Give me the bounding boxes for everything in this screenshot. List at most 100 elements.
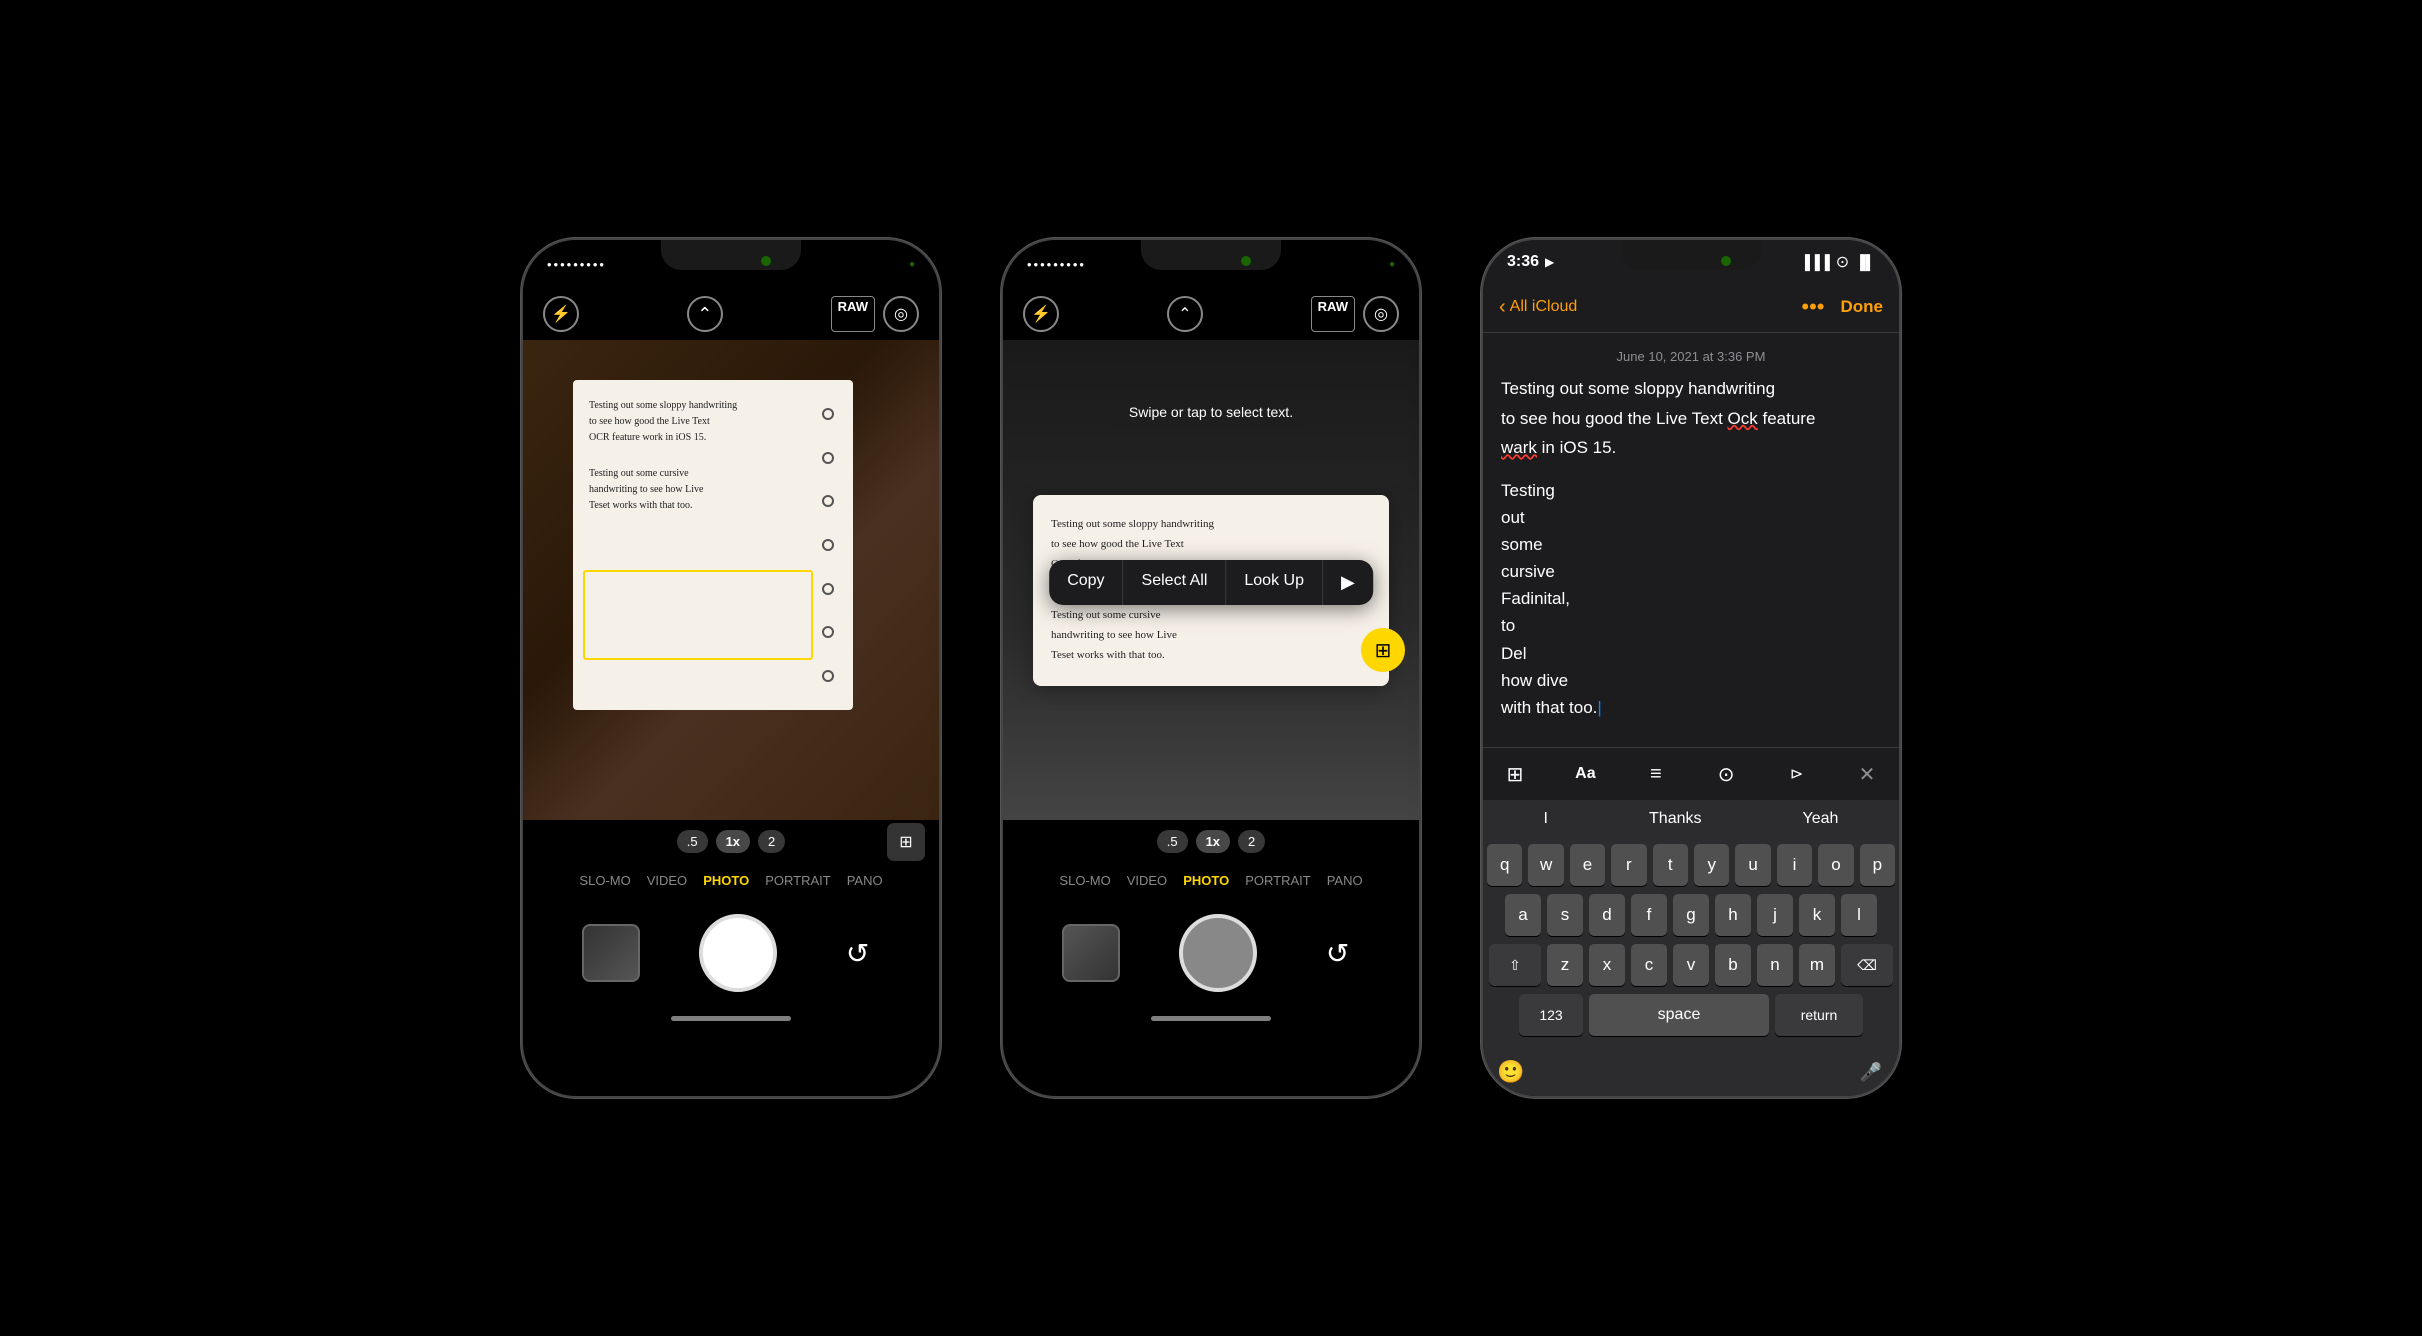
key-d[interactable]: d [1589,894,1625,936]
context-more[interactable]: ▶ [1323,560,1373,605]
key-h[interactable]: h [1715,894,1751,936]
live-icon: ◎ [894,304,908,324]
mode-portrait[interactable]: PORTRAIT [765,873,831,888]
key-m[interactable]: m [1799,944,1835,986]
key-w[interactable]: w [1528,844,1563,886]
chevron-button[interactable]: ⌃ [687,296,723,332]
mode-slomo-2[interactable]: SLO-MO [1059,873,1110,888]
key-g[interactable]: g [1673,894,1709,936]
key-z[interactable]: z [1547,944,1583,986]
zoom-1x[interactable]: 1x [716,830,750,853]
notes-nav-bar: ‹ All iCloud ••• Done [1483,284,1899,333]
kb-list-icon[interactable]: ≡ [1638,756,1674,792]
key-t[interactable]: t [1653,844,1688,886]
kb-send-icon[interactable]: ⊳ [1779,756,1815,792]
kb-row-2: a s d f g h j k l [1487,894,1895,936]
key-p[interactable]: p [1860,844,1895,886]
key-e[interactable]: e [1570,844,1605,886]
kb-close-button[interactable]: ✕ [1849,756,1885,792]
key-l[interactable]: l [1841,894,1877,936]
notes-section-2: Testing out some cursive Fadinital, to D… [1501,477,1881,722]
handwriting-2: Testing out some cursivehandwriting to s… [589,466,837,514]
notes-line-1: Testing [1501,477,1881,504]
raw-button[interactable]: RAW [831,296,875,332]
key-return[interactable]: return [1775,994,1863,1036]
camera-modes-2: SLO-MO VIDEO PHOTO PORTRAIT PANO [1003,863,1419,898]
context-select-all[interactable]: Select All [1124,560,1227,605]
context-copy[interactable]: Copy [1049,560,1123,605]
context-look-up[interactable]: Look Up [1226,560,1323,605]
mode-pano-2[interactable]: PANO [1327,873,1363,888]
live-button[interactable]: ◎ [883,296,919,332]
quicktype-thanks[interactable]: Thanks [1629,806,1721,832]
notes-text-2: to see hou good the Live Text Ock featur… [1501,406,1881,432]
key-space[interactable]: space [1589,994,1769,1036]
key-n[interactable]: n [1757,944,1793,986]
camera-modes-1: SLO-MO VIDEO PHOTO PORTRAIT PANO [523,863,939,898]
zoom-1x-2[interactable]: 1x [1196,830,1230,853]
key-f[interactable]: f [1631,894,1667,936]
zoom-controls-2: .5 1x 2 [1003,820,1419,863]
shutter-button-1[interactable] [699,914,777,992]
flash-button[interactable]: ⚡ [543,296,579,332]
chevron-icon: ⌃ [697,304,712,325]
zoom-05-2[interactable]: .5 [1157,830,1188,853]
shutter-button-2[interactable] [1179,914,1257,992]
key-x[interactable]: x [1589,944,1625,986]
key-123[interactable]: 123 [1519,994,1583,1036]
key-s[interactable]: s [1547,894,1583,936]
flash-button-2[interactable]: ⚡ [1023,296,1059,332]
live-button-2[interactable]: ◎ [1363,296,1399,332]
quicktype-i[interactable]: I [1524,806,1568,832]
key-j[interactable]: j [1757,894,1793,936]
key-backspace[interactable]: ⌫ [1841,944,1893,986]
quicktype-yeah[interactable]: Yeah [1783,806,1859,832]
battery-icon: ▐▌ [1855,254,1875,270]
photo-thumbnail-2[interactable] [1062,924,1120,982]
raw-button-2[interactable]: RAW [1311,296,1355,332]
zoom-05[interactable]: .5 [677,830,708,853]
kb-camera-icon[interactable]: ⊙ [1708,756,1744,792]
emoji-row: 🙂 🎤 [1483,1048,1899,1096]
mode-photo-2[interactable]: PHOTO [1183,873,1229,888]
chevron-button-2[interactable]: ⌃ [1167,296,1203,332]
mode-slomo[interactable]: SLO-MO [579,873,630,888]
mic-button[interactable]: 🎤 [1853,1054,1889,1090]
done-button[interactable]: Done [1841,297,1884,317]
live-text-fab[interactable]: ⊞ [1361,628,1405,672]
kb-grid-icon[interactable]: ⊞ [1497,756,1533,792]
key-shift[interactable]: ⇧ [1489,944,1541,986]
camera-mode-buttons: RAW ◎ [831,296,919,332]
key-v[interactable]: v [1673,944,1709,986]
live-text-fab-icon: ⊞ [1375,638,1392,663]
kb-text-icon[interactable]: Aa [1567,756,1603,792]
live-text-btn[interactable]: ⊞ [887,823,925,861]
key-k[interactable]: k [1799,894,1835,936]
signal-icon: ▐▐▐ [1800,254,1830,270]
rotate-button-2[interactable]: ↺ [1316,931,1360,975]
photo-thumbnail-1[interactable] [582,924,640,982]
zoom-2x-2[interactable]: 2 [1238,830,1265,853]
mode-video-2[interactable]: VIDEO [1127,873,1167,888]
more-button[interactable]: ••• [1801,294,1824,320]
key-o[interactable]: o [1818,844,1853,886]
key-u[interactable]: u [1735,844,1770,886]
key-y[interactable]: y [1694,844,1729,886]
key-i[interactable]: i [1777,844,1812,886]
key-c[interactable]: c [1631,944,1667,986]
zoom-2x[interactable]: 2 [758,830,785,853]
key-b[interactable]: b [1715,944,1751,986]
key-a[interactable]: a [1505,894,1541,936]
key-q[interactable]: q [1487,844,1522,886]
mode-portrait-2[interactable]: PORTRAIT [1245,873,1311,888]
mode-pano[interactable]: PANO [847,873,883,888]
quicktype-row: I Thanks Yeah [1483,800,1899,838]
emoji-button[interactable]: 🙂 [1493,1054,1529,1090]
rotate-button-1[interactable]: ↺ [836,931,880,975]
notes-line-4: cursive [1501,558,1881,585]
notes-line-2: out [1501,504,1881,531]
mode-video[interactable]: VIDEO [647,873,687,888]
mode-photo[interactable]: PHOTO [703,873,749,888]
back-button[interactable]: ‹ All iCloud [1499,296,1577,319]
key-r[interactable]: r [1611,844,1646,886]
